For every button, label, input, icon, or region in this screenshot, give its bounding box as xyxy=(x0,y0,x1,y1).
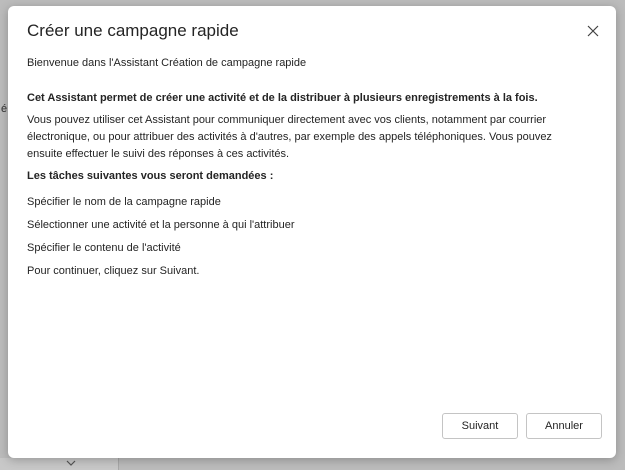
close-button[interactable] xyxy=(582,20,604,42)
welcome-text: Bienvenue dans l'Assistant Création de c… xyxy=(27,57,307,69)
description-text: Vous pouvez utiliser cet Assistant pour … xyxy=(27,114,552,160)
chevron-down-icon[interactable] xyxy=(64,456,78,470)
background-text-fragment: é xyxy=(1,103,8,115)
continue-instruction: Pour continuer, cliquez sur Suivant. xyxy=(27,265,200,277)
task-item: Sélectionner une activité et la personne… xyxy=(27,219,295,231)
close-icon xyxy=(587,25,599,37)
quick-campaign-dialog: Créer une campagne rapide Bienvenue dans… xyxy=(8,6,616,458)
cancel-button[interactable]: Annuler xyxy=(526,413,602,439)
dialog-title: Créer une campagne rapide xyxy=(27,21,239,40)
background-panel xyxy=(0,458,119,470)
task-item: Spécifier le contenu de l'activité xyxy=(27,242,181,254)
task-item: Spécifier le nom de la campagne rapide xyxy=(27,196,221,208)
tasks-heading: Les tâches suivantes vous seront demandé… xyxy=(27,170,274,182)
intro-text: Cet Assistant permet de créer une activi… xyxy=(27,92,538,104)
next-button[interactable]: Suivant xyxy=(442,413,518,439)
